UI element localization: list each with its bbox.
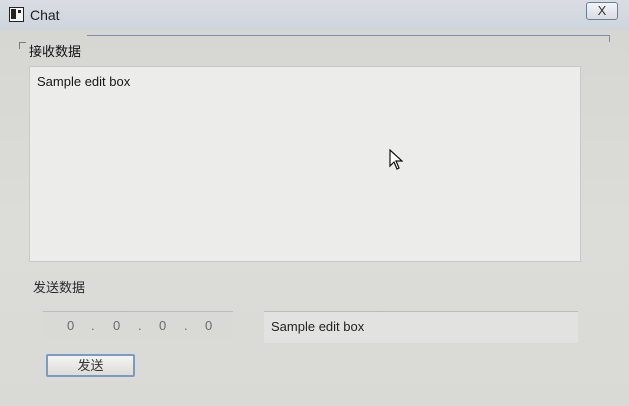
ip-dot: . [138, 318, 142, 333]
send-button[interactable]: 发送 [46, 354, 135, 377]
mouse-cursor-icon [389, 149, 403, 170]
close-icon: X [597, 3, 607, 18]
send-message-input[interactable]: Sample edit box [264, 311, 578, 343]
ip-dot: . [184, 318, 188, 333]
groupbox-corner [19, 42, 26, 49]
window-icon [9, 7, 24, 22]
ip-address-input[interactable]: 0 . 0 . 0 . 0 [43, 311, 233, 338]
ip-octet-3[interactable]: 0 [159, 318, 166, 333]
ip-octet-2[interactable]: 0 [113, 318, 120, 333]
send-data-label: 发送数据 [33, 280, 86, 295]
ip-octet-1[interactable]: 0 [67, 318, 74, 333]
close-button[interactable]: X [586, 2, 618, 20]
window-title: Chat [30, 7, 60, 23]
send-message-text: Sample edit box [271, 319, 365, 334]
receive-groupbox-frame [87, 35, 610, 42]
receive-data-label: 接收数据 [29, 44, 82, 59]
chat-window: Chat X 接收数据 Sample edit box 发送数据 0 . 0 .… [0, 0, 629, 406]
receive-edit-box[interactable]: Sample edit box [29, 66, 581, 262]
receive-edit-text: Sample edit box [37, 74, 131, 89]
ip-dot: . [91, 318, 95, 333]
title-bar[interactable]: Chat X [0, 0, 629, 30]
send-button-label: 发送 [77, 358, 104, 373]
ip-octet-4[interactable]: 0 [205, 318, 212, 333]
